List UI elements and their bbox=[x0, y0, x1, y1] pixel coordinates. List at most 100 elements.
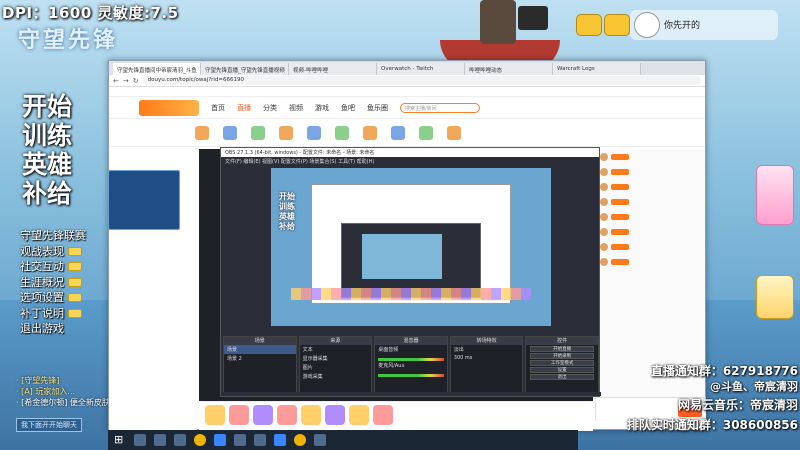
browser-tab[interactable]: Overwatch - Twitch bbox=[377, 63, 465, 75]
gift-icon[interactable] bbox=[205, 405, 225, 425]
scene-item[interactable]: 场景 2 bbox=[224, 354, 296, 363]
toolbar-icon[interactable] bbox=[363, 125, 377, 140]
big-menu-start[interactable]: 开始 bbox=[22, 92, 72, 121]
app-icon[interactable] bbox=[274, 434, 286, 446]
menu-item[interactable]: 选项设置 bbox=[20, 290, 86, 306]
music-handle-text: 网易云音乐：帝宸清羽 bbox=[677, 398, 798, 412]
browser-tab[interactable]: 守望先锋直播_守望先锋直播视频 bbox=[201, 63, 289, 75]
toolbar-icon[interactable] bbox=[419, 125, 433, 140]
start-streaming-button[interactable]: 开始直播 bbox=[530, 346, 594, 352]
menu-item[interactable]: 补丁说明 bbox=[20, 306, 86, 322]
menu-item[interactable]: 社交互动 bbox=[20, 259, 86, 275]
scene-item[interactable]: 场景 bbox=[224, 345, 296, 354]
obs-menu-bar[interactable]: 文件(F) 编辑(E) 视图(V) 配置文件(P) 场景集合(S) 工具(T) … bbox=[221, 157, 599, 165]
source-item[interactable]: 显示器采集 bbox=[300, 354, 372, 363]
menu-item[interactable]: 守望先锋联赛 bbox=[20, 228, 86, 244]
app-icon[interactable] bbox=[294, 434, 306, 446]
toolbar-icon[interactable] bbox=[195, 125, 209, 140]
source-item[interactable]: 图片 bbox=[300, 363, 372, 372]
taskview-icon[interactable] bbox=[154, 434, 166, 446]
transition-duration[interactable]: 300 ms bbox=[451, 354, 523, 362]
group-icon[interactable] bbox=[604, 14, 630, 36]
search-icon[interactable] bbox=[134, 434, 146, 446]
gift-icon[interactable] bbox=[373, 405, 393, 425]
gift-icon[interactable] bbox=[277, 405, 297, 425]
reload-icon[interactable]: ↻ bbox=[133, 77, 139, 85]
event-card[interactable] bbox=[108, 170, 180, 230]
bookmarks-bar bbox=[109, 87, 705, 97]
fan-badge bbox=[611, 243, 629, 250]
browser-tab[interactable]: 视频-哔哩哔哩 bbox=[289, 63, 377, 75]
nav-game[interactable]: 游戏 bbox=[315, 103, 329, 113]
recursive-menu-text: 开始 训练 英雄 补给 bbox=[279, 192, 295, 231]
search-input[interactable]: 搜索主播/房间 bbox=[400, 102, 480, 113]
site-logo[interactable] bbox=[139, 99, 199, 116]
steam-icon[interactable] bbox=[254, 434, 266, 446]
transition-select[interactable]: 淡出 bbox=[451, 345, 523, 354]
windows-start-icon[interactable]: ⊞ bbox=[114, 434, 126, 446]
nav-entertainment[interactable]: 鱼乐圈 bbox=[367, 103, 388, 113]
nav-home[interactable]: 首页 bbox=[211, 103, 225, 113]
toolbar-icon[interactable] bbox=[279, 125, 293, 140]
obs-icon[interactable] bbox=[234, 434, 246, 446]
main-menu-big: 开始 训练 英雄 补给 bbox=[22, 92, 72, 208]
avatar[interactable] bbox=[634, 12, 660, 38]
panel-header: 控件 bbox=[526, 337, 598, 345]
url-input[interactable]: douyu.com/topic/owaj?rid=666190 bbox=[142, 76, 701, 85]
mixer-track: 麦克风/Aux bbox=[378, 363, 405, 369]
big-menu-heroes[interactable]: 英雄 bbox=[22, 150, 72, 179]
toolbar-icon[interactable] bbox=[251, 125, 265, 140]
event-widget[interactable] bbox=[756, 165, 794, 225]
gift-icon[interactable] bbox=[301, 405, 321, 425]
menu-item[interactable]: 退出游戏 bbox=[20, 321, 86, 337]
menu-item[interactable]: 生涯概况 bbox=[20, 275, 86, 291]
source-item[interactable]: 文本 bbox=[300, 345, 372, 354]
chat-item bbox=[596, 254, 705, 269]
source-item[interactable]: 游戏采集 bbox=[300, 372, 372, 381]
obs-preview[interactable]: 开始 训练 英雄 补给 bbox=[271, 168, 551, 326]
settings-button[interactable]: 设置 bbox=[530, 367, 594, 373]
toolbar-icon[interactable] bbox=[335, 125, 349, 140]
big-menu-supply[interactable]: 补给 bbox=[22, 179, 72, 208]
queue-group-text: 排队实时通知群：308600856 bbox=[626, 418, 798, 432]
app-icon[interactable] bbox=[314, 434, 326, 446]
nav-video[interactable]: 视频 bbox=[289, 103, 303, 113]
chrome-icon[interactable] bbox=[194, 434, 206, 446]
panel-header: 混音器 bbox=[375, 337, 447, 345]
social-icon[interactable] bbox=[576, 14, 602, 36]
app-icon[interactable] bbox=[214, 434, 226, 446]
studio-mode-button[interactable]: 工作室模式 bbox=[530, 360, 594, 366]
volume-meter[interactable] bbox=[378, 374, 444, 377]
toolbar-icon[interactable] bbox=[447, 125, 461, 140]
ship-flag bbox=[518, 6, 548, 30]
browser-tab[interactable]: 哔哩哔哩动态 bbox=[465, 63, 553, 75]
controls-panel: 控件 开始直播 开始录制 工作室模式 设置 退出 bbox=[525, 336, 599, 396]
promo-widget[interactable] bbox=[756, 275, 794, 319]
toolbar-icon[interactable] bbox=[223, 125, 237, 140]
exit-button[interactable]: 退出 bbox=[530, 374, 594, 380]
chat-line: · [希金德尔顿] 便全新皮肤 bbox=[16, 398, 110, 407]
start-recording-button[interactable]: 开始录制 bbox=[530, 353, 594, 359]
browser-tab[interactable]: Warcraft Logs bbox=[553, 63, 641, 75]
menu-item[interactable]: 观战表现 bbox=[20, 244, 86, 260]
hotkey-icon bbox=[68, 293, 82, 303]
browser-tab[interactable]: 守望先锋直播间中帝宸清羽_斗鱼 bbox=[113, 63, 201, 75]
douyu-handle-text: @斗鱼、帝宸清羽 bbox=[710, 380, 798, 393]
gift-icon[interactable] bbox=[229, 405, 249, 425]
toolbar-icon[interactable] bbox=[307, 125, 321, 140]
nav-yuba[interactable]: 鱼吧 bbox=[341, 103, 355, 113]
gift-icon[interactable] bbox=[253, 405, 273, 425]
gift-icon[interactable] bbox=[325, 405, 345, 425]
big-menu-training[interactable]: 训练 bbox=[22, 121, 72, 150]
gift-icon[interactable] bbox=[349, 405, 369, 425]
nav-live[interactable]: 直播 bbox=[237, 103, 251, 113]
forward-icon[interactable]: → bbox=[123, 77, 129, 85]
toolbar-icon[interactable] bbox=[391, 125, 405, 140]
nav-category[interactable]: 分类 bbox=[263, 103, 277, 113]
mixer-panel: 混音器 桌面音频 麦克风/Aux bbox=[374, 336, 448, 396]
back-icon[interactable]: ← bbox=[113, 77, 119, 85]
player-name: 你先开的 bbox=[664, 21, 701, 31]
user-avatar bbox=[600, 152, 608, 161]
explorer-icon[interactable] bbox=[174, 434, 186, 446]
chat-button[interactable]: 我下面开开始聊天 bbox=[16, 418, 82, 432]
